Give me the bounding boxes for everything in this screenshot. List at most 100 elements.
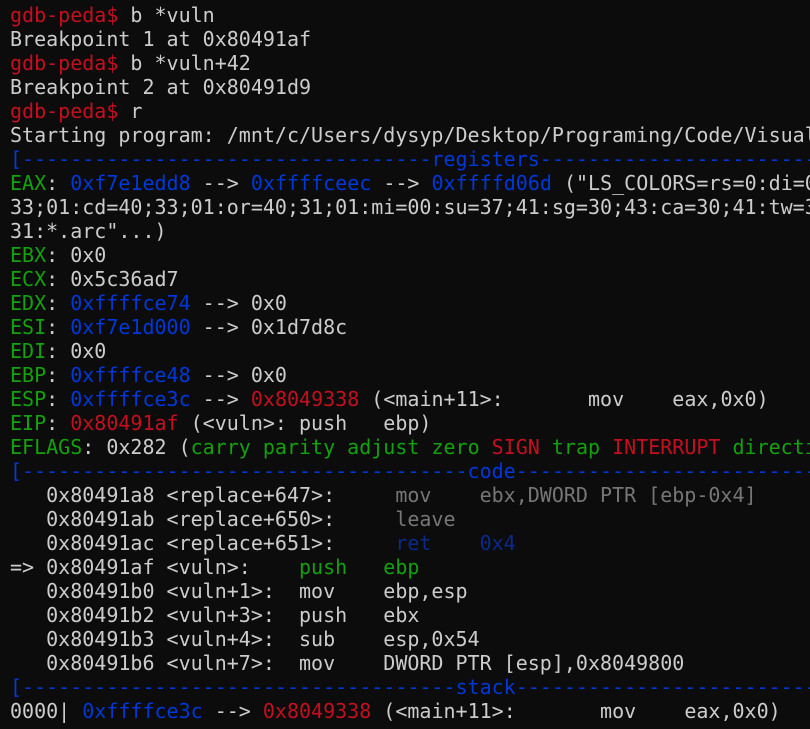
code-line: 0x80491b3 <vuln+4>: sub esp,0x54 [10, 627, 480, 651]
text-segment: : [46, 315, 71, 339]
text-segment: (<main+11>: mov eax,0x0) [371, 699, 781, 723]
text-segment: --> 0x1d7d8c [190, 315, 348, 339]
text-segment: EBP [10, 363, 47, 387]
register-ecx: ECX: 0x5c36ad7 [10, 267, 179, 291]
text-segment: --> 0x0 [190, 291, 287, 315]
gdb-prompt: gdb-peda$ [10, 99, 119, 123]
text-segment: --> 0x0 [190, 363, 287, 387]
text-segment: --> [190, 171, 251, 195]
gdb-prompt: gdb-peda$ [10, 3, 119, 27]
text-segment: 0xf7e1d000 [70, 315, 191, 339]
text-segment: Breakpoint 1 at 0x80491af [10, 27, 312, 51]
register-eax-cont-2: 31:*.arc"...) [10, 219, 167, 243]
text-segment: --> [202, 699, 263, 723]
text-segment: 33;01:cd=40;33;01:or=40;31;01:mi=00:su=3… [10, 195, 810, 219]
cmd-break-vuln[interactable]: gdb-peda$ b *vuln [10, 3, 215, 27]
text-segment: 0x80491af [70, 411, 179, 435]
text-segment: : 0x5c36ad7 [46, 267, 179, 291]
code-line: 0x80491b2 <vuln+3>: push ebx [10, 603, 419, 627]
text-segment: : [46, 363, 71, 387]
cmd-break-vuln-42[interactable]: gdb-peda$ b *vuln+42 [10, 51, 251, 75]
text-segment: : [46, 387, 71, 411]
text-segment: carry parity adjust zero [190, 435, 492, 459]
text-segment: 0xffffce74 [70, 291, 191, 315]
text-segment: ESI [10, 315, 47, 339]
text-segment: : 0x0 [46, 243, 107, 267]
text-segment: trap [551, 435, 601, 459]
text-segment: : 0x0 [46, 339, 107, 363]
register-eip: EIP: 0x80491af (<vuln>: push ebp) [10, 411, 431, 435]
register-eax-cont-1: 33;01:cd=40;33;01:or=40;31;01:mi=00:su=3… [10, 195, 810, 219]
text-segment: ret 0x4 [395, 531, 516, 555]
registers-separator: [----------------------------------regis… [10, 147, 810, 171]
code-line-current: => 0x80491af <vuln>: push ebp [10, 555, 419, 579]
text-segment: directi [732, 435, 810, 459]
text-segment: 0x80491ac <replace+651>: [10, 531, 396, 555]
register-esp: ESP: 0xffffce3c --> 0x8049338 (<main+11>… [10, 387, 769, 411]
register-ebx: EBX: 0x0 [10, 243, 106, 267]
text-segment [600, 435, 612, 459]
text-segment: mov ebx,DWORD PTR [ebp-0x4] [395, 483, 757, 507]
stack-separator: [------------------------------------sta… [10, 675, 810, 699]
text-segment: [-------------------------------------co… [10, 459, 810, 483]
stack-entry: 0000| 0xffffce3c --> 0x8049338 (<main+11… [10, 699, 781, 723]
text-segment: --> [371, 171, 432, 195]
register-edi: EDI: 0x0 [10, 339, 106, 363]
text-segment: 0xffffce3c [82, 699, 203, 723]
text-segment: 0x80491ab <replace+650>: [10, 507, 396, 531]
text-segment [720, 435, 732, 459]
text-segment: 0xffffce3c [70, 387, 191, 411]
text-segment [540, 435, 552, 459]
text-segment: 0xffffd06d [431, 171, 552, 195]
register-ebp: EBP: 0xffffce48 --> 0x0 [10, 363, 287, 387]
text-segment: 0x8049338 [262, 699, 372, 723]
breakpoint-1-output: Breakpoint 1 at 0x80491af [10, 27, 311, 51]
terminal-window[interactable]: gdb-peda$ b *vuln Breakpoint 1 at 0x80491… [0, 0, 810, 729]
text-segment: Starting program: /mnt/c/Users/dysyp/Des… [10, 123, 810, 147]
text-segment: EIP [10, 411, 47, 435]
text-segment: 0xf7e1edd8 [70, 171, 191, 195]
text-segment: 0x80491b0 <vuln+1>: mov ebp,esp [10, 579, 468, 603]
text-segment: (<vuln>: push ebp) [178, 411, 432, 435]
text-segment: 0x80491b2 <vuln+3>: push ebx [10, 603, 420, 627]
breakpoint-2-output: Breakpoint 2 at 0x80491d9 [10, 75, 311, 99]
text-segment: 0x8049338 [250, 387, 360, 411]
register-eax: EAX: 0xf7e1edd8 --> 0xffffceec --> 0xfff… [10, 171, 810, 195]
text-segment: EFLAGS [10, 435, 83, 459]
text-segment: 0000| [10, 699, 83, 723]
text-segment: leave [395, 507, 456, 531]
cmd-run[interactable]: gdb-peda$ r [10, 99, 142, 123]
code-line: 0x80491b0 <vuln+1>: mov ebp,esp [10, 579, 468, 603]
text-segment: (<main+11>: mov eax,0x0) [359, 387, 769, 411]
code-separator: [-------------------------------------co… [10, 459, 810, 483]
text-segment: 0x80491b6 <vuln+7>: mov DWORD PTR [esp],… [10, 651, 685, 675]
gdb-prompt: gdb-peda$ [10, 51, 119, 75]
text-segment: r [118, 99, 143, 123]
text-segment: 0x80491b3 <vuln+4>: sub esp,0x54 [10, 627, 480, 651]
register-eflags: EFLAGS: 0x282 (carry parity adjust zero … [10, 435, 810, 459]
text-segment: b *vuln [118, 3, 215, 27]
text-segment: EBX [10, 243, 47, 267]
text-segment: 31:*.arc"...) [10, 219, 167, 243]
text-segment: --> [190, 387, 251, 411]
text-segment: 0xffffce48 [70, 363, 191, 387]
text-segment: : [46, 411, 71, 435]
text-segment: ECX [10, 267, 47, 291]
text-segment: 0xffffceec [250, 171, 372, 195]
register-edx: EDX: 0xffffce74 --> 0x0 [10, 291, 287, 315]
code-line: 0x80491b6 <vuln+7>: mov DWORD PTR [esp],… [10, 651, 684, 675]
text-segment: [----------------------------------regis… [10, 147, 810, 171]
text-segment: : [46, 291, 71, 315]
text-segment: Breakpoint 2 at 0x80491d9 [10, 75, 312, 99]
text-segment: : [46, 171, 71, 195]
code-line: 0x80491ac <replace+651>: ret 0x4 [10, 531, 516, 555]
text-segment: push ebp [298, 555, 420, 579]
text-segment: ESP [10, 387, 47, 411]
text-segment: [------------------------------------sta… [10, 675, 810, 699]
text-segment: EDX [10, 291, 47, 315]
starting-program-output: Starting program: /mnt/c/Users/dysyp/Des… [10, 123, 810, 147]
code-line: 0x80491ab <replace+650>: leave [10, 507, 456, 531]
register-esi: ESI: 0xf7e1d000 --> 0x1d7d8c [10, 315, 347, 339]
text-segment: INTERRUPT [612, 435, 721, 459]
code-line: 0x80491a8 <replace+647>: mov ebx,DWORD P… [10, 483, 757, 507]
